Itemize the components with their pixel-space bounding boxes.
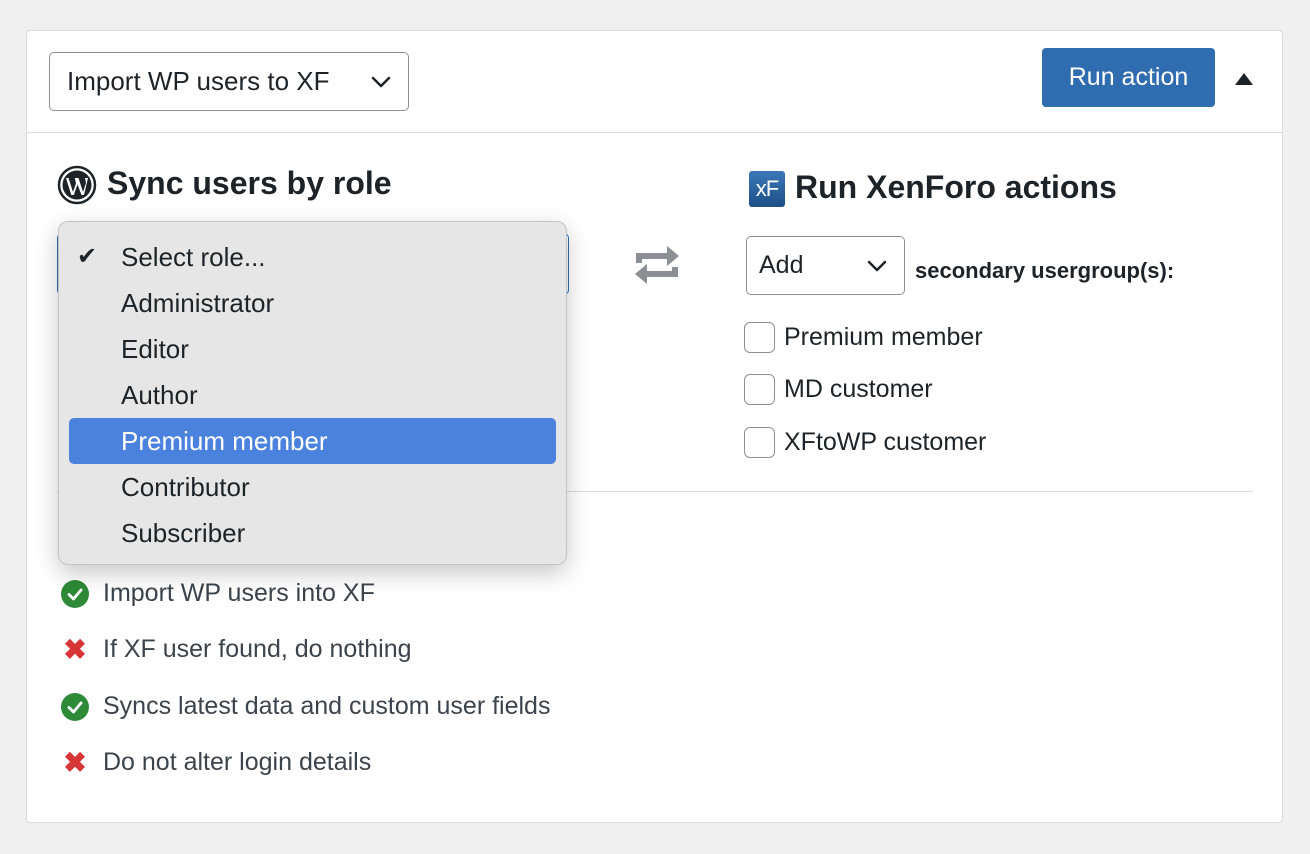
usergroup-action-value: Add — [759, 251, 804, 279]
run-action-button[interactable]: Run action — [1042, 48, 1215, 107]
checkbox[interactable] — [744, 427, 775, 458]
role-option-select-role[interactable]: ✔ Select role... — [69, 234, 556, 280]
checkbox-label: XFtoWP customer — [784, 428, 987, 456]
usergroup-checkbox-premium-member[interactable]: Premium member — [744, 322, 983, 353]
check-circle-icon — [61, 579, 89, 608]
usergroup-suffix-label: secondary usergroup(s): — [915, 258, 1175, 283]
cross-icon: ✖ — [63, 746, 87, 778]
summary-item: ✖ If XF user found, do nothing — [61, 633, 412, 665]
chevron-down-icon — [867, 260, 887, 272]
checkbox-label: MD customer — [784, 375, 933, 403]
role-option-editor[interactable]: Editor — [69, 326, 556, 372]
usergroup-checkbox-xftowp-customer[interactable]: XFtoWP customer — [744, 427, 986, 458]
role-option-contributor[interactable]: Contributor — [69, 464, 556, 510]
summary-text: Syncs latest data and custom user fields — [103, 692, 551, 720]
option-label: Subscriber — [121, 518, 246, 548]
role-option-author[interactable]: Author — [69, 372, 556, 418]
checkbox[interactable] — [744, 374, 775, 405]
summary-item: ✖ Do not alter login details — [61, 748, 371, 777]
panel-header: Import WP users to XF Run action — [27, 31, 1282, 133]
summary-text: Do not alter login details — [103, 748, 372, 776]
action-select[interactable]: Import WP users to XF — [49, 52, 409, 111]
role-option-administrator[interactable]: Administrator — [69, 280, 556, 326]
action-select-value: Import WP users to XF — [67, 66, 330, 96]
chevron-down-icon — [371, 76, 391, 88]
role-option-premium-member[interactable]: Premium member — [69, 418, 556, 464]
checkbox[interactable] — [744, 322, 775, 353]
option-label: Select role... — [121, 242, 266, 272]
wordpress-icon — [57, 165, 97, 205]
usergroup-action-select[interactable]: Add — [746, 236, 905, 295]
option-label: Premium member — [121, 426, 328, 456]
option-label: Contributor — [121, 472, 250, 502]
option-label: Author — [121, 380, 198, 410]
checkmark-icon: ✔ — [77, 243, 98, 270]
checkbox-label: Premium member — [784, 323, 983, 351]
check-circle-icon — [61, 692, 89, 721]
xf-section-title: Run XenForo actions — [795, 169, 1117, 205]
sync-arrows-icon — [635, 246, 679, 284]
summary-item: Syncs latest data and custom user fields — [61, 692, 550, 721]
collapse-toggle-icon[interactable] — [1235, 73, 1253, 85]
role-option-subscriber[interactable]: Subscriber — [69, 510, 556, 556]
xenforo-logo: xF — [749, 171, 785, 207]
option-label: Editor — [121, 334, 189, 364]
usergroup-checkbox-md-customer[interactable]: MD customer — [744, 374, 933, 405]
summary-item: Import WP users into XF — [61, 579, 375, 608]
cross-icon: ✖ — [63, 633, 87, 665]
summary-text: If XF user found, do nothing — [103, 635, 412, 663]
role-dropdown-menu: ✔ Select role... Administrator Editor Au… — [58, 221, 567, 565]
summary-text: Import WP users into XF — [103, 579, 375, 607]
option-label: Administrator — [121, 288, 275, 318]
wp-section-title: Sync users by role — [107, 165, 392, 201]
